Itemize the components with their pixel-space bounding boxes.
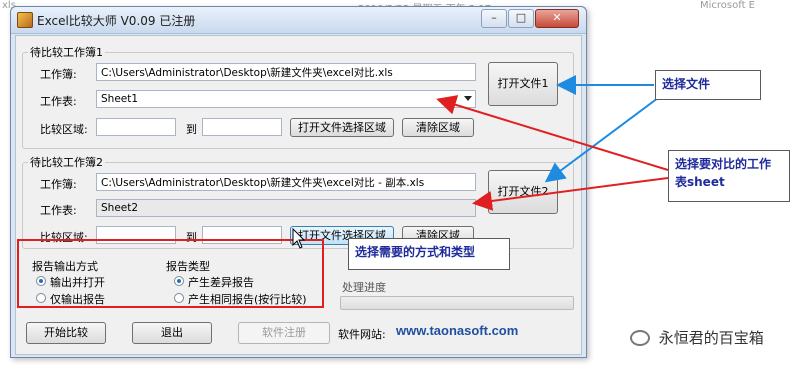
red-arrow-to-sheet1 [436,95,669,171]
select-file-callout: 选择文件 [655,70,761,100]
wechat-icon [630,329,650,346]
select-sheet-callout: 选择要对比的工作 表sheet [668,150,790,202]
select-sheet-callout-line1: 选择要对比的工作 [675,157,772,171]
footer-text: 永恒君的百宝箱 [658,329,764,347]
footer-watermark: 永恒君的百宝箱 [630,327,764,348]
select-mode-callout: 选择需要的方式和类型 [348,238,510,270]
red-arrow-to-sheet2 [472,177,669,211]
select-sheet-callout-line2: 表sheet [675,175,725,189]
